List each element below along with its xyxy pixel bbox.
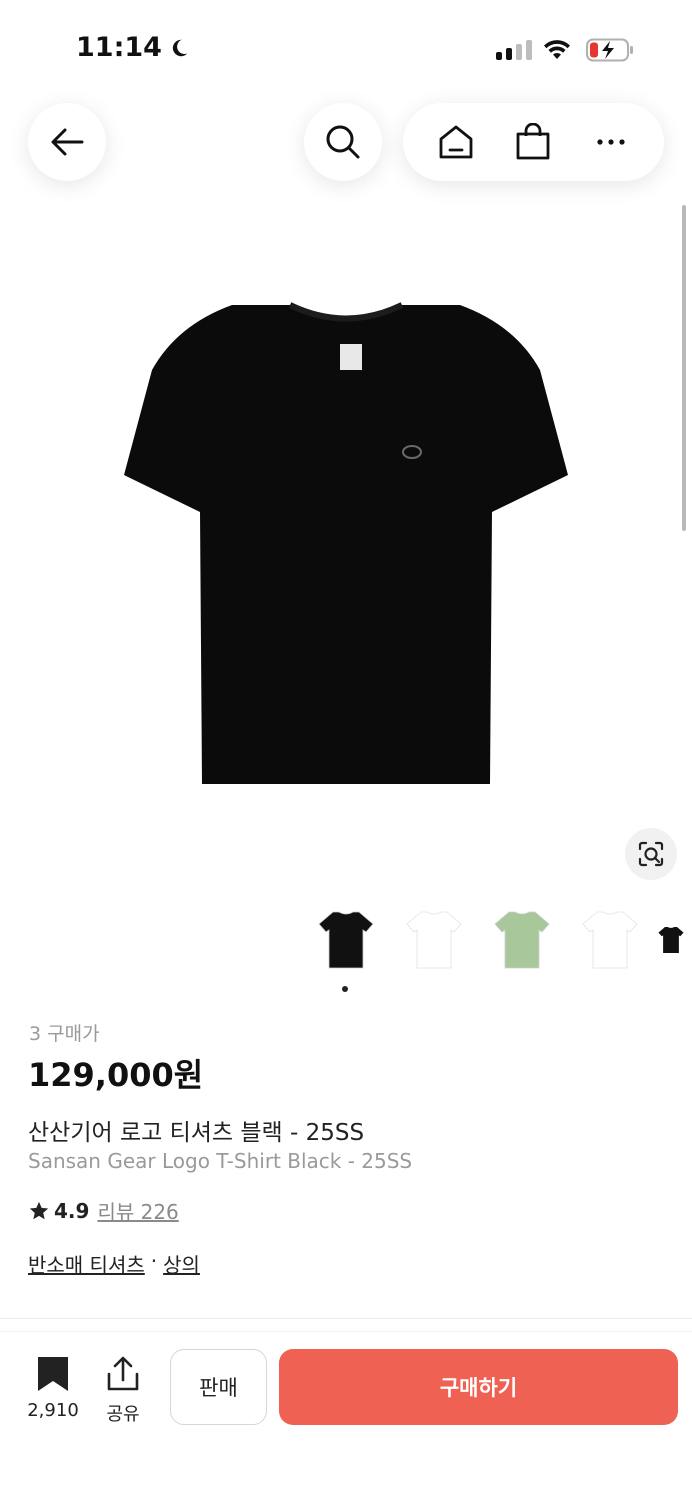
scroll-indicator [682,205,686,531]
arrow-left-icon [51,128,84,156]
carousel-indicator-dot [342,986,348,992]
category-link-short-sleeve[interactable]: 반소매 티셔츠 [28,1249,145,1278]
category-separator: · [150,1249,158,1273]
thumbnail-green[interactable] [482,900,562,980]
tshirt-thumb [406,911,462,969]
share-label: 공유 [106,1404,140,1425]
nav-action-group [403,103,664,181]
tshirt-shape [658,927,684,953]
thumbnail-strip [306,900,684,980]
search-icon [326,125,360,159]
bookmark-count: 2,910 [27,1400,79,1421]
camera-lens-icon [638,841,664,867]
trade-count: 3 구매가 [29,1023,100,1045]
divider [0,1318,692,1319]
thumbnail-black[interactable] [306,900,386,980]
tshirt-thumb [494,911,550,969]
product-price: 129,000원 [28,1056,204,1094]
image-search-button[interactable] [625,828,677,880]
category-link-tops[interactable]: 상의 [163,1249,200,1278]
cellular-signal-icon [496,40,532,60]
neck-label [340,344,362,370]
tshirt-shape [582,911,638,969]
tshirt-thumb [658,927,684,953]
bookmark-icon [38,1357,68,1391]
rating-score: 4.9 [54,1198,90,1223]
cart-button[interactable] [503,112,563,172]
sell-button[interactable]: 판매 [170,1349,267,1425]
search-button[interactable] [304,103,382,181]
product-title-ko: 산산기어 로고 티셔츠 블랙 - 25SS [28,1120,365,1146]
status-bar: 11:14 [0,0,692,100]
star-icon [29,1201,49,1219]
tshirt-thumb [318,911,374,969]
thumbnail-white-2[interactable] [570,900,650,980]
tshirt-shape [318,911,374,969]
product-title-en: Sansan Gear Logo T-Shirt Black - 25SS [28,1149,413,1173]
back-button[interactable] [28,103,106,181]
review-link[interactable]: 리뷰 226 [97,1196,178,1225]
more-button[interactable] [581,112,641,172]
battery-icon [586,38,633,62]
tshirt-shape [494,911,550,969]
time-text: 11:14 [76,32,162,63]
home-button[interactable] [426,112,486,172]
category-breadcrumb: 반소매 티셔츠 · 상의 [28,1249,200,1278]
bookmark-button[interactable]: 2,910 [24,1356,82,1421]
moon-icon [172,39,188,56]
buy-button[interactable]: 구매하기 [279,1349,678,1425]
tshirt-shape [406,911,462,969]
tshirt-thumb [582,911,638,969]
divider [0,1331,692,1332]
more-dots-icon [597,139,625,145]
thumbnail-white[interactable] [394,900,474,980]
status-time: 11:14 [76,32,190,63]
shopping-bag-icon [517,123,550,160]
share-button[interactable]: 공유 [100,1356,146,1426]
wifi-icon [544,40,570,59]
share-icon [107,1356,139,1391]
home-icon [439,125,473,159]
product-image[interactable] [120,300,572,790]
rating-row: 4.9 리뷰 226 [28,1196,179,1225]
thumbnail-black-2[interactable] [658,900,684,980]
